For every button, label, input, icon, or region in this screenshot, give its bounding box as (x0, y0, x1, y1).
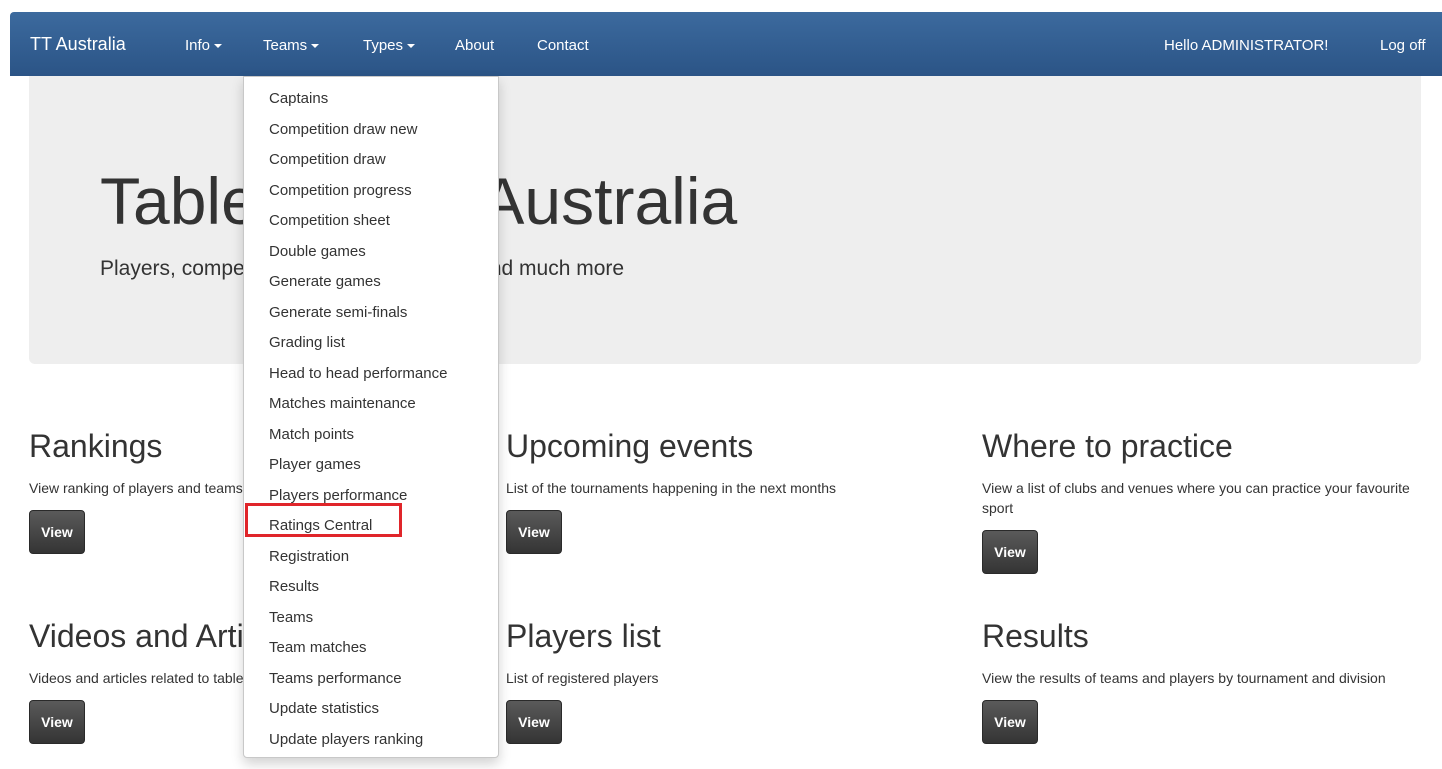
teams-dropdown-menu: Captains Competition draw new Competitio… (243, 76, 499, 758)
logoff-link[interactable]: Log off (1380, 37, 1426, 54)
section-text: List of registered players (506, 670, 659, 686)
menu-item-players-performance[interactable]: Players performance (244, 481, 498, 512)
nav-info-label: Info (185, 37, 211, 54)
upcoming-events-view-button[interactable]: View (506, 510, 562, 554)
jumbotron: Table Tennis Australia Players, competit… (29, 76, 1421, 364)
menu-item-captains[interactable]: Captains (244, 84, 498, 115)
section-title: Results (982, 618, 1089, 654)
menu-item-head-to-head-performance[interactable]: Head to head performance (244, 359, 498, 390)
menu-item-match-points[interactable]: Match points (244, 420, 498, 451)
section-title: Upcoming events (506, 428, 754, 464)
chevron-down-icon (214, 44, 223, 49)
top-strip (0, 0, 1442, 12)
menu-item-results[interactable]: Results (244, 572, 498, 603)
nav-teams[interactable]: Teams (263, 37, 320, 54)
menu-item-generate-games[interactable]: Generate games (244, 267, 498, 298)
results-view-button[interactable]: View (982, 700, 1038, 744)
menu-item-competition-progress[interactable]: Competition progress (244, 176, 498, 207)
navbar: TT Australia Info Teams Types About Cont… (10, 12, 1442, 76)
section-text: List of the tournaments happening in the… (506, 480, 836, 496)
nav-teams-label: Teams (263, 37, 308, 54)
menu-item-update-statistics[interactable]: Update statistics (244, 694, 498, 725)
section-title: Players list (506, 618, 661, 654)
nav-about[interactable]: About (455, 37, 494, 54)
menu-item-generate-semi-finals[interactable]: Generate semi-finals (244, 298, 498, 329)
videos-view-button[interactable]: View (29, 700, 85, 744)
greeting-link[interactable]: Hello ADMINISTRATOR! (1164, 37, 1328, 54)
menu-item-competition-sheet[interactable]: Competition sheet (244, 206, 498, 237)
section-upcoming-events: Upcoming events List of the tournaments … (506, 428, 946, 554)
section-where-to-practice: Where to practice View a list of clubs a… (982, 428, 1422, 574)
players-list-view-button[interactable]: View (506, 700, 562, 744)
menu-item-team-matches[interactable]: Team matches (244, 633, 498, 664)
rankings-view-button[interactable]: View (29, 510, 85, 554)
section-text: View a list of clubs and venues where yo… (982, 480, 1410, 516)
menu-item-competition-draw-new[interactable]: Competition draw new (244, 115, 498, 146)
section-players-list: Players list List of registered players … (506, 618, 946, 744)
menu-item-matches-maintenance[interactable]: Matches maintenance (244, 389, 498, 420)
menu-item-ratings-central[interactable]: Ratings Central (244, 511, 498, 542)
nav-info[interactable]: Info (185, 37, 223, 54)
chevron-down-icon (407, 44, 416, 49)
section-text: View the results of teams and players by… (982, 670, 1386, 686)
menu-item-player-games[interactable]: Player games (244, 450, 498, 481)
menu-item-double-games[interactable]: Double games (244, 237, 498, 268)
chevron-down-icon (311, 44, 320, 49)
where-to-practice-view-button[interactable]: View (982, 530, 1038, 574)
menu-item-update-players-ranking[interactable]: Update players ranking (244, 725, 498, 756)
nav-contact[interactable]: Contact (537, 37, 589, 54)
section-results: Results View the results of teams and pl… (982, 618, 1422, 744)
menu-item-registration[interactable]: Registration (244, 542, 498, 573)
menu-item-grading-list[interactable]: Grading list (244, 328, 498, 359)
menu-item-teams-performance[interactable]: Teams performance (244, 664, 498, 695)
menu-item-teams[interactable]: Teams (244, 603, 498, 634)
brand-link[interactable]: TT Australia (30, 34, 126, 55)
nav-types-label: Types (363, 37, 404, 54)
menu-item-competition-draw[interactable]: Competition draw (244, 145, 498, 176)
nav-types[interactable]: Types (363, 37, 416, 54)
section-title: Where to practice (982, 428, 1233, 464)
